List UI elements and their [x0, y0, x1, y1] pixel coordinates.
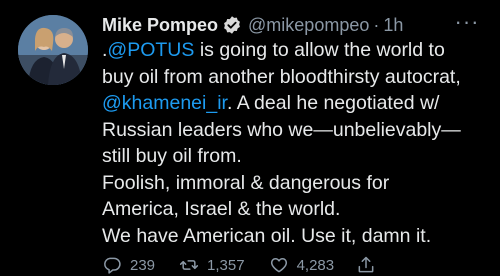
retweet-count: 1,357: [207, 256, 245, 274]
tweet-timestamp[interactable]: 1h: [383, 15, 403, 36]
retweet-button[interactable]: 1,357: [179, 255, 245, 275]
tweet-line: .@POTUS is going to allow the world to: [102, 37, 494, 64]
author-handle[interactable]: @mikepompeo: [248, 15, 369, 36]
tweet-line: still buy oil from.: [102, 145, 242, 167]
tweet-header: Mike Pompeo @mikepompeo · 1h: [102, 14, 403, 36]
reply-button[interactable]: 239: [102, 255, 155, 275]
like-count: 4,283: [296, 256, 335, 274]
tweet-line: We have American oil. Use it, damn it.: [102, 224, 432, 247]
retweet-icon: [179, 260, 199, 270]
tweet-line: America, Israel & the world.: [102, 198, 341, 220]
tweet[interactable]: Mike Pompeo @mikepompeo · 1h ··· .@POTUS…: [0, 0, 500, 276]
avatar[interactable]: [18, 15, 88, 85]
mention-khamenei[interactable]: @khamenei_ir: [102, 92, 227, 114]
reply-count: 239: [130, 256, 156, 274]
like-button[interactable]: 4,283: [269, 255, 335, 275]
tweet-line: buy oil from another bloodthirsty autocr…: [102, 65, 461, 88]
heart-icon: [270, 258, 287, 273]
tweet-actions: 239 1,357 4,283: [102, 254, 376, 276]
tweet-line: @khamenei_ir. A deal he negotiated w/: [102, 90, 494, 117]
mention-potus[interactable]: @POTUS: [107, 39, 194, 61]
line-text: is going to allow the world to: [194, 39, 445, 61]
reply-icon: [104, 257, 121, 274]
tweet-line: Russian leaders who we—unbelievably—: [102, 118, 461, 141]
verified-badge-icon: [222, 15, 242, 35]
line-text: . A deal he negotiated w/: [226, 92, 440, 114]
share-icon: [358, 256, 374, 273]
tweet-line: Foolish, immoral & dangerous for: [102, 171, 390, 194]
share-button[interactable]: [356, 255, 376, 275]
separator-dot: ·: [373, 14, 380, 35]
author-name[interactable]: Mike Pompeo: [102, 15, 218, 36]
tweet-text: .@POTUS is going to allow the world to b…: [102, 37, 494, 249]
more-options-icon[interactable]: ···: [452, 9, 482, 34]
avatar-photo: [18, 15, 88, 85]
